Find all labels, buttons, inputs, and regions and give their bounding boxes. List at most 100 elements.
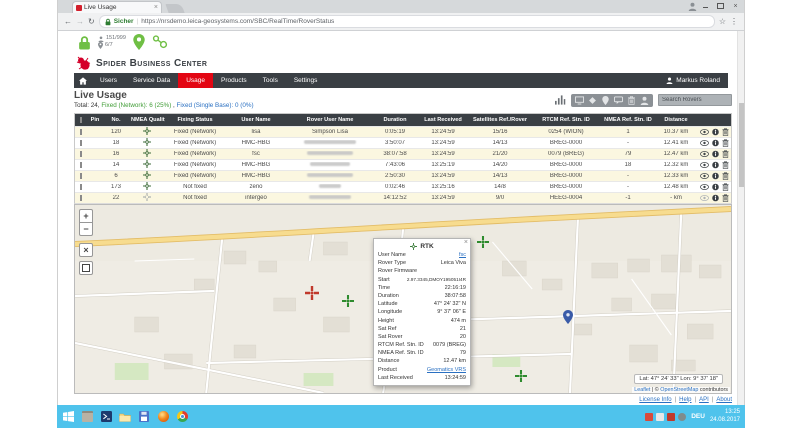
forward-icon[interactable]: → xyxy=(76,18,84,26)
table-row[interactable]: 173Not fixedzeno0:02:4613:25:1614/8BREG-… xyxy=(75,181,731,192)
browser-profile-icon[interactable] xyxy=(688,2,697,11)
rover-marker-green-3[interactable] xyxy=(515,369,527,381)
table-row[interactable]: 16Fixed (Network)fsc38:07:5813:24:5921/2… xyxy=(75,148,731,159)
column-header-nmea-ref-stn-id[interactable]: NMEA Ref. Stn. ID xyxy=(601,117,655,123)
select-all-checkbox[interactable] xyxy=(75,117,87,123)
map-extent-button[interactable] xyxy=(79,261,93,275)
zoom-out-button[interactable]: − xyxy=(79,222,93,236)
toolbar-trash-icon[interactable] xyxy=(627,96,636,105)
reload-icon[interactable]: ↻ xyxy=(88,18,95,26)
row-select[interactable] xyxy=(75,129,87,135)
column-header-duration[interactable]: Duration xyxy=(373,117,417,123)
eye-icon[interactable] xyxy=(700,173,709,179)
info-icon[interactable] xyxy=(712,161,719,169)
signal-bars-icon[interactable] xyxy=(555,95,566,105)
powershell-icon[interactable] xyxy=(98,409,114,425)
language-indicator[interactable]: DEU xyxy=(689,413,707,420)
positioning-pin-icon[interactable] xyxy=(133,34,145,50)
row-checkbox[interactable] xyxy=(80,195,82,201)
info-icon[interactable] xyxy=(712,150,719,158)
row-select[interactable] xyxy=(75,140,87,146)
server-manager-icon[interactable] xyxy=(79,409,95,425)
column-header-last-received[interactable]: Last Received xyxy=(417,117,469,123)
trash-icon[interactable] xyxy=(722,161,729,169)
taskbar-clock[interactable]: 13:25 24.08.2017 xyxy=(710,409,742,424)
footer-link-license-info[interactable]: License Info xyxy=(639,397,671,403)
nav-item-users[interactable]: Users xyxy=(92,73,125,88)
back-icon[interactable]: ← xyxy=(64,18,72,26)
zoom-in-button[interactable]: + xyxy=(79,209,93,223)
account-menu[interactable]: Markus Roland xyxy=(666,73,728,88)
rover-marker-red[interactable] xyxy=(305,286,319,300)
home-icon[interactable] xyxy=(74,73,92,88)
row-checkbox[interactable] xyxy=(80,173,82,179)
eye-icon[interactable] xyxy=(700,151,709,157)
eye-icon[interactable] xyxy=(700,129,709,135)
trash-icon[interactable] xyxy=(722,139,729,147)
eye-icon[interactable] xyxy=(700,162,709,168)
nav-item-settings[interactable]: Settings xyxy=(286,73,326,88)
header-checkbox[interactable] xyxy=(80,117,82,123)
maximize-button[interactable] xyxy=(714,1,727,11)
browser-tab[interactable]: Live Usage × xyxy=(72,1,162,13)
osm-link[interactable]: OpenStreetMap xyxy=(660,387,698,393)
eye-icon[interactable] xyxy=(700,184,709,190)
tab-close-icon[interactable]: × xyxy=(154,5,158,11)
table-row[interactable]: 120Fixed (Network)lisaSimpson Lisa0:05:1… xyxy=(75,126,731,137)
table-row[interactable]: 22Not fixedintergeo14:12:5213:24:599/0HE… xyxy=(75,192,731,203)
chrome-icon[interactable] xyxy=(174,409,190,425)
file-explorer-icon[interactable] xyxy=(117,409,133,425)
column-header-satellites-ref-rover[interactable]: Satellites Ref./Rover xyxy=(469,117,531,123)
popup-field-value[interactable]: fsc xyxy=(459,251,466,259)
info-icon[interactable] xyxy=(712,194,719,202)
trash-icon[interactable] xyxy=(722,128,729,136)
nav-item-products[interactable]: Products xyxy=(213,73,255,88)
map[interactable]: + − × × RTK xyxy=(74,204,732,394)
footer-link-help[interactable]: Help xyxy=(679,397,691,403)
column-header-distance[interactable]: Distance xyxy=(655,117,697,123)
eye-icon[interactable] xyxy=(700,140,709,146)
row-select[interactable] xyxy=(75,173,87,179)
column-header-nmea-quality[interactable]: NMEA Quality xyxy=(129,117,165,123)
toolbar-monitor-icon[interactable] xyxy=(575,96,584,105)
row-checkbox[interactable] xyxy=(80,140,82,146)
column-header-no-[interactable]: No. xyxy=(103,117,129,123)
table-row[interactable]: 18Fixed (Network)HMC-HBG3:50:0713:24:591… xyxy=(75,137,731,148)
row-checkbox[interactable] xyxy=(80,129,82,135)
bookmark-star-icon[interactable]: ☆ xyxy=(719,17,726,26)
scrollbar-thumb[interactable] xyxy=(739,103,744,187)
info-icon[interactable] xyxy=(712,172,719,180)
new-tab-button[interactable] xyxy=(165,4,184,13)
rover-marker-green-1[interactable] xyxy=(342,294,354,306)
row-checkbox[interactable] xyxy=(80,151,82,157)
row-select[interactable] xyxy=(75,151,87,157)
leaflet-link[interactable]: Leaflet xyxy=(634,387,650,393)
trash-icon[interactable] xyxy=(722,194,729,202)
footer-link-about[interactable]: About xyxy=(716,397,732,403)
map-close-button[interactable]: × xyxy=(79,243,93,257)
row-select[interactable] xyxy=(75,162,87,168)
reference-station-marker[interactable] xyxy=(563,310,573,324)
table-row[interactable]: 6Fixed (Network)HMC-HBG2:50:3013:24:5914… xyxy=(75,170,731,181)
nav-item-usage[interactable]: Usage xyxy=(178,73,213,88)
row-checkbox[interactable] xyxy=(80,184,82,190)
toolbar-pin-icon[interactable] xyxy=(601,96,610,105)
disk-tool-icon[interactable] xyxy=(136,409,152,425)
info-icon[interactable] xyxy=(712,139,719,147)
toolbar-chat-icon[interactable] xyxy=(614,96,623,105)
toolbar-person-icon[interactable] xyxy=(640,96,649,105)
column-header-rover-user-name[interactable]: Rover User Name xyxy=(287,117,373,123)
nav-item-tools[interactable]: Tools xyxy=(255,73,286,88)
trash-icon[interactable] xyxy=(722,150,729,158)
minimize-button[interactable] xyxy=(699,1,712,11)
row-select[interactable] xyxy=(75,195,87,201)
toolbar-diamond-icon[interactable] xyxy=(588,96,597,105)
footer-link-api[interactable]: API xyxy=(699,397,709,403)
trash-icon[interactable] xyxy=(722,172,729,180)
page-scrollbar[interactable] xyxy=(737,31,744,405)
firefox-icon[interactable] xyxy=(155,409,171,425)
nav-item-service-data[interactable]: Service Data xyxy=(125,73,178,88)
column-header-fixing-status[interactable]: Fixing Status xyxy=(165,117,225,123)
info-icon[interactable] xyxy=(712,128,719,136)
search-input[interactable] xyxy=(658,94,732,106)
